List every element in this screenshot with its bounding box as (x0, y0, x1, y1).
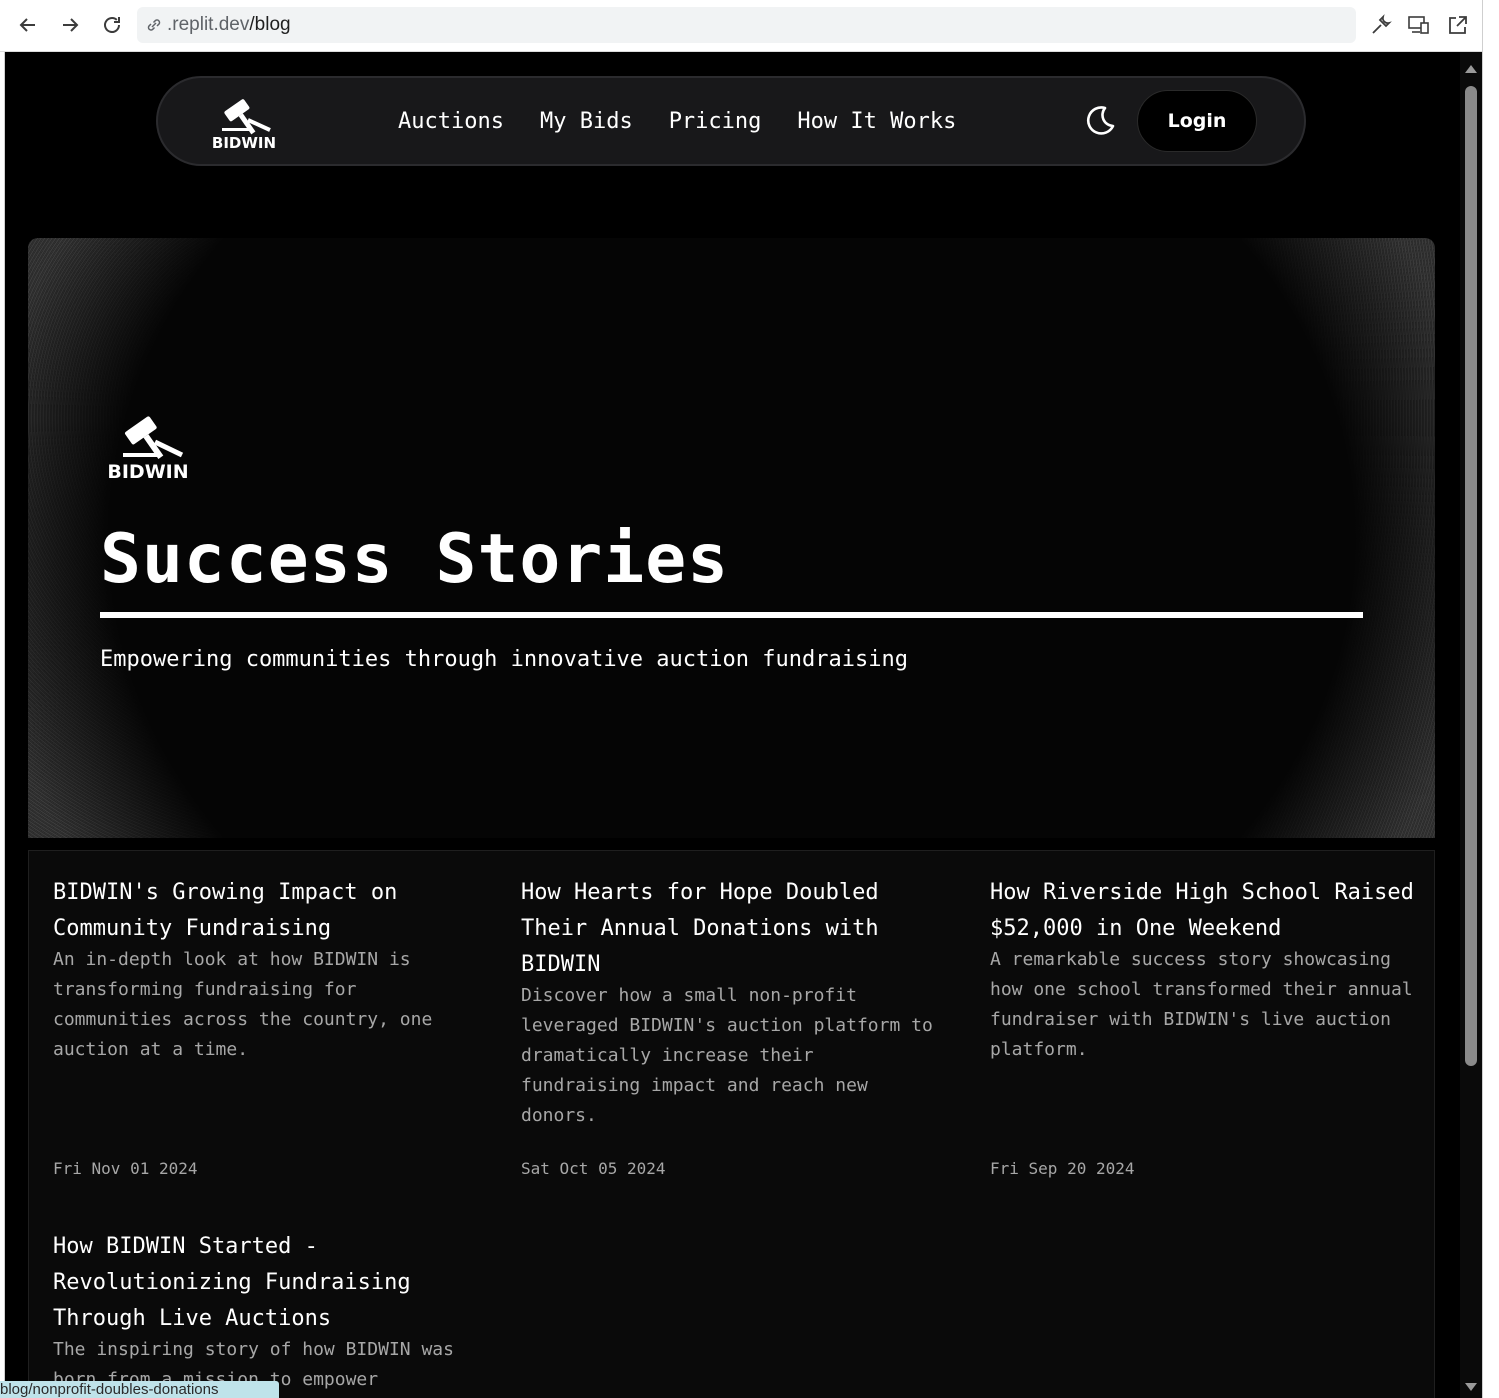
bidwin-logo: BIDWIN (107, 410, 189, 483)
post-title[interactable]: BIDWIN's Growing Impact on Community Fun… (53, 875, 473, 947)
blog-post-card[interactable]: How Riverside High School Raised $52,000… (990, 875, 1415, 1065)
page-viewport: BIDWIN Auctions My Bids Pricing How It W… (5, 52, 1482, 1398)
open-new-tab-button[interactable] (1445, 12, 1471, 38)
scroll-down-button[interactable] (1464, 1380, 1478, 1394)
reload-button[interactable] (97, 10, 127, 40)
external-link-icon (1449, 16, 1467, 34)
url-path: /blog (249, 14, 291, 35)
svg-text:BIDWIN: BIDWIN (109, 461, 189, 482)
devtools-button[interactable] (1368, 12, 1394, 38)
nav-links: Auctions My Bids Pricing How It Works (398, 78, 992, 164)
blog-post-card[interactable]: BIDWIN's Growing Impact on Community Fun… (53, 875, 473, 1065)
url-host: .replit.dev (167, 14, 250, 35)
back-button[interactable] (13, 10, 43, 40)
reload-icon (104, 17, 120, 33)
blog-post-grid: BIDWIN's Growing Impact on Community Fun… (28, 850, 1435, 1398)
nav-link-pricing[interactable]: Pricing (669, 109, 762, 134)
post-title[interactable]: How Hearts for Hope Doubled Their Annual… (521, 875, 941, 983)
devices-button[interactable] (1406, 12, 1432, 38)
nav-link-how-it-works[interactable]: How It Works (797, 109, 956, 134)
post-title[interactable]: How Riverside High School Raised $52,000… (990, 875, 1415, 947)
page-subtitle: Empowering communities through innovativ… (100, 647, 908, 672)
post-date: Fri Nov 01 2024 (53, 1159, 198, 1178)
page-scrollbar[interactable] (1460, 52, 1482, 1398)
login-button[interactable]: Login (1137, 90, 1257, 152)
scroll-thumb[interactable] (1465, 86, 1477, 1066)
svg-text:BIDWIN: BIDWIN (212, 134, 276, 152)
nav-link-my-bids[interactable]: My Bids (540, 109, 633, 134)
theme-toggle-button[interactable] (1082, 103, 1118, 139)
blog-post-card[interactable]: How BIDWIN Started - Revolutionizing Fun… (53, 1229, 473, 1395)
post-date: Fri Sep 20 2024 (990, 1159, 1135, 1178)
address-bar[interactable]: .replit.dev/blog (137, 7, 1356, 43)
post-title[interactable]: How BIDWIN Started - Revolutionizing Fun… (53, 1229, 473, 1337)
post-excerpt: An in-depth look at how BIDWIN is transf… (53, 949, 433, 1060)
forward-button[interactable] (55, 10, 85, 40)
window-edge (1482, 0, 1499, 1398)
scroll-up-button[interactable] (1464, 62, 1478, 76)
page-title: Success Stories (100, 520, 730, 599)
devices-icon (1408, 16, 1429, 34)
browser-toolbar: .replit.dev/blog (0, 0, 1499, 52)
wrench-icon (1372, 14, 1392, 34)
post-excerpt: A remarkable success story showcasing ho… (990, 949, 1413, 1060)
post-date: Sat Oct 05 2024 (521, 1159, 666, 1178)
link-status-bubble: blog/nonprofit-doubles-donations (0, 1381, 279, 1398)
bidwin-logo[interactable]: BIDWIN (212, 94, 276, 152)
nav-link-auctions[interactable]: Auctions (398, 109, 504, 134)
site-info-icon[interactable] (145, 16, 163, 34)
arrow-right-icon (63, 18, 79, 32)
site-navbar: BIDWIN Auctions My Bids Pricing How It W… (156, 76, 1306, 166)
moon-icon (1086, 106, 1115, 135)
caret-up-icon (1465, 65, 1477, 73)
caret-down-icon (1465, 1383, 1477, 1391)
hero-banner: BIDWIN Success Stories Empowering commun… (28, 238, 1435, 838)
arrow-left-icon (19, 18, 35, 32)
blog-post-card[interactable]: How Hearts for Hope Doubled Their Annual… (521, 875, 941, 1131)
post-excerpt: Discover how a small non-profit leverage… (521, 985, 933, 1126)
title-underline (100, 612, 1363, 618)
